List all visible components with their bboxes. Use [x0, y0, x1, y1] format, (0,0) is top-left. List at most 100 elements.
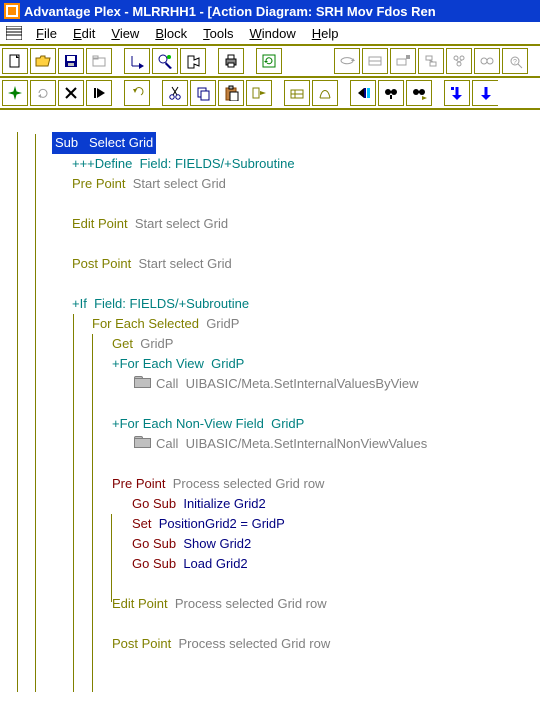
val-foreachsel: GridP [206, 314, 239, 334]
tree-row-prepoint1[interactable]: Pre Point Start select Grid [12, 174, 540, 194]
val-call2: UIBASIC/Meta.SetInternalNonViewValues [186, 434, 428, 454]
menubar: File Edit View Block Tools Window Help [0, 22, 540, 46]
find-icon[interactable] [378, 80, 404, 106]
tree-row-postpoint1[interactable]: Post Point Start select Grid [12, 254, 540, 274]
kw-call2: Call [156, 434, 178, 454]
val-postpoint2: Process selected Grid row [179, 634, 331, 654]
paste-icon[interactable] [218, 80, 244, 106]
toolbar-separator [246, 48, 256, 74]
tool-w2-icon[interactable] [312, 80, 338, 106]
kw-foreachsel: For Each Selected [92, 314, 199, 334]
kw-prepoint1: Pre Point [72, 174, 125, 194]
kw-call1: Call [156, 374, 178, 394]
toolbar-separator [434, 80, 444, 106]
tool-rotate-icon[interactable] [30, 80, 56, 106]
tool-b4-icon[interactable] [418, 48, 444, 74]
tool-w1-icon[interactable] [284, 80, 310, 106]
menu-block[interactable]: Block [147, 26, 195, 41]
kw-foreachnv: +For Each Non-View Field [112, 414, 264, 434]
tree-row-editpoint1[interactable]: Edit Point Start select Grid [12, 214, 540, 234]
arrow-down-blue-icon[interactable] [444, 80, 470, 106]
tool-delete-icon[interactable] [58, 80, 84, 106]
tool-compass-icon[interactable] [2, 80, 28, 106]
stop-icon[interactable] [180, 48, 206, 74]
val-call1: UIBASIC/Meta.SetInternalValuesByView [186, 374, 419, 394]
val-set: PositionGrid2 = GridP [159, 514, 285, 534]
titlebar: Advantage Plex - MLRRHH1 - [Action Diagr… [0, 0, 540, 22]
tree-row-define[interactable]: +++Define Field: FIELDS/+Subroutine [12, 154, 540, 174]
tool-b7-icon[interactable]: ? [502, 48, 528, 74]
tree-line [92, 334, 93, 692]
val-get: GridP [140, 334, 173, 354]
kw-editpoint1: Edit Point [72, 214, 128, 234]
val-gosub3: Load Grid2 [183, 554, 247, 574]
val-prepoint1: Start select Grid [133, 174, 226, 194]
undo-icon[interactable] [124, 80, 150, 106]
val-editpoint1: Start select Grid [135, 214, 228, 234]
tree-line [35, 134, 36, 692]
tool-b3-icon[interactable] [390, 48, 416, 74]
step-into-icon[interactable] [124, 48, 150, 74]
kw-set: Set [132, 514, 152, 534]
kw-foreachview: +For Each View [112, 354, 204, 374]
copy-icon[interactable] [190, 80, 216, 106]
find-next-icon[interactable] [406, 80, 432, 106]
toolbar-separator [274, 80, 284, 106]
menu-edit[interactable]: Edit [65, 26, 103, 41]
tree-row-sub[interactable]: Sub Select Grid [12, 132, 540, 154]
tool-b5-icon[interactable] [446, 48, 472, 74]
folder-icon [134, 374, 150, 387]
step-over-icon[interactable] [152, 48, 178, 74]
svg-text:?: ? [513, 59, 517, 66]
tool-goto-mark-icon[interactable] [350, 80, 376, 106]
open-icon[interactable] [30, 48, 56, 74]
toolbar-separator [340, 80, 350, 106]
menu-view[interactable]: View [103, 26, 147, 41]
val-postpoint1: Start select Grid [139, 254, 232, 274]
print-icon[interactable] [218, 48, 244, 74]
menu-tools[interactable]: Tools [195, 26, 241, 41]
kw-prepoint2: Pre Point [112, 474, 165, 494]
move-right-icon[interactable] [246, 80, 272, 106]
save-icon[interactable] [58, 48, 84, 74]
menu-window[interactable]: Window [241, 26, 303, 41]
menu-file[interactable]: File [28, 26, 65, 41]
kw-sub: Sub [55, 135, 78, 150]
cut-icon[interactable] [162, 80, 188, 106]
tool-goto-start-icon[interactable] [86, 80, 112, 106]
toolbar-separator [208, 48, 218, 74]
val-gosub1: Initialize Grid2 [183, 494, 265, 514]
toolbar-separator [114, 80, 124, 106]
refresh-icon[interactable] [256, 48, 282, 74]
new-icon[interactable] [2, 48, 28, 74]
val-editpoint2: Process selected Grid row [175, 594, 327, 614]
kw-define: +++Define [72, 154, 132, 174]
tree-line [111, 514, 112, 602]
val-prepoint2: Process selected Grid row [173, 474, 325, 494]
folder-icon[interactable] [86, 48, 112, 74]
kw-gosub2: Go Sub [132, 534, 176, 554]
tree-line [17, 132, 18, 692]
kw-postpoint2: Post Point [112, 634, 171, 654]
action-diagram: Sub Select Grid +++Define Field: FIELDS/… [0, 132, 540, 654]
toolbars: ? [0, 46, 540, 110]
tool-b2-icon[interactable] [362, 48, 388, 74]
kw-if: +If [72, 294, 87, 314]
tree-row-foreachsel[interactable]: For Each Selected GridP [12, 314, 540, 334]
toolbar-2 [0, 78, 540, 110]
menu-help[interactable]: Help [304, 26, 347, 41]
val-if: Field: FIELDS/+Subroutine [94, 294, 249, 314]
val-define: Field: FIELDS/+Subroutine [140, 154, 295, 174]
kw-gosub3: Go Sub [132, 554, 176, 574]
window-title: Advantage Plex - MLRRHH1 - [Action Diagr… [24, 4, 436, 19]
toolbar-1: ? [0, 46, 540, 78]
arrow-down-blue-2-icon[interactable] [472, 80, 498, 106]
toolbar-separator [114, 48, 124, 74]
tool-b1-icon[interactable] [334, 48, 360, 74]
tool-b6-icon[interactable] [474, 48, 500, 74]
kw-gosub1: Go Sub [132, 494, 176, 514]
val-sub: Select Grid [89, 135, 153, 150]
tree-row-if[interactable]: +If Field: FIELDS/+Subroutine [12, 294, 540, 314]
control-icon[interactable] [6, 26, 22, 40]
folder-icon [134, 434, 150, 447]
